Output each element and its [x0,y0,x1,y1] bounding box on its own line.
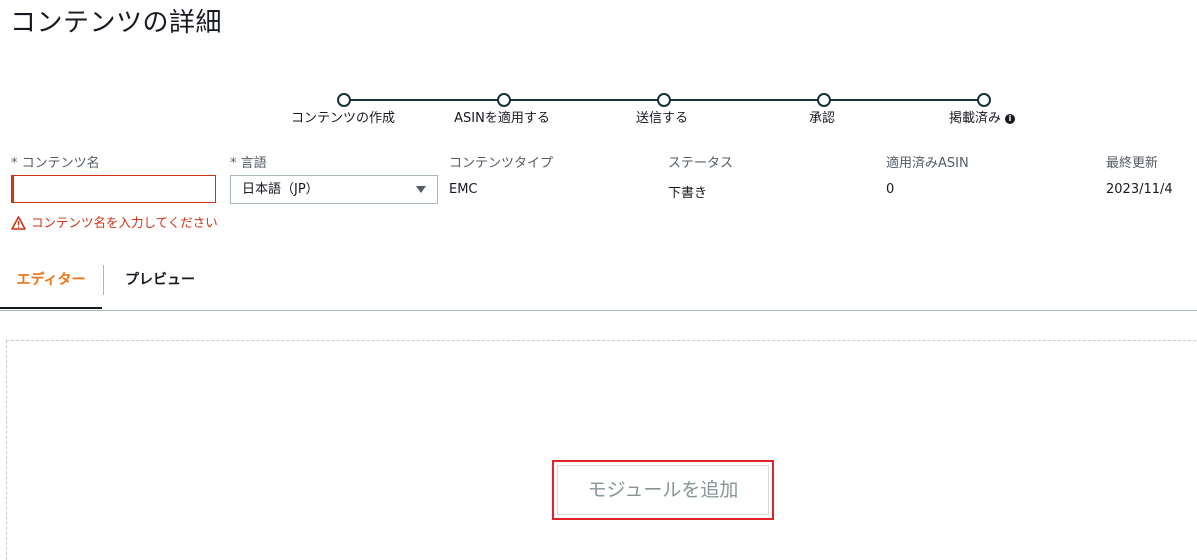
progress-stepper: コンテンツの作成 ASINを適用する 送信する 承認 掲載済み i [0,92,1197,132]
add-module-highlight: モジュールを追加 [552,460,774,520]
applied-asin-value: 0 [886,182,895,197]
content-name-input[interactable] [11,175,216,203]
step-label-published-wrap: 掲載済み i [948,107,1016,126]
step-label-apply-asin: ASINを適用する [454,111,550,126]
editor-tabs: エディター プレビュー [0,265,1197,311]
page-title: コンテンツの詳細 [10,8,223,38]
step-dot-approval [817,93,831,107]
last-updated-label: 最終更新 [1106,156,1159,171]
step-label-approval: 承認 [808,111,836,126]
add-module-button[interactable]: モジュールを追加 [557,465,769,515]
step-label-create: コンテンツの作成 [290,111,396,126]
step-dot-submit [657,93,671,107]
applied-asin-label: 適用済みASIN [886,156,969,171]
step-dot-create [337,93,351,107]
content-name-error: コンテンツ名を入力してください [11,212,218,231]
module-drop-area [6,340,1197,560]
language-select-value: 日本語（JP） [242,182,319,197]
last-updated-value: 2023/11/4 [1106,182,1173,197]
tab-editor[interactable]: エディター [0,265,102,309]
info-icon[interactable]: i [1005,113,1016,124]
content-name-label: * コンテンツ名 [11,156,100,171]
content-type-value: EMC [449,182,478,197]
step-label-submit: 送信する [635,111,689,126]
step-dot-published [977,93,991,107]
language-label: * 言語 [230,156,267,171]
warning-icon [11,216,26,230]
language-select[interactable]: 日本語（JP） [230,175,438,204]
content-type-label: コンテンツタイプ [449,156,554,171]
tab-preview[interactable]: プレビュー [110,265,210,308]
status-value: 下書き [668,186,708,201]
step-dot-apply-asin [497,93,511,107]
content-name-error-text: コンテンツ名を入力してください [31,215,218,230]
step-label-published: 掲載済み [948,111,1002,126]
caret-down-icon [416,186,426,193]
status-label: ステータス [668,156,734,171]
tab-divider [103,265,104,295]
